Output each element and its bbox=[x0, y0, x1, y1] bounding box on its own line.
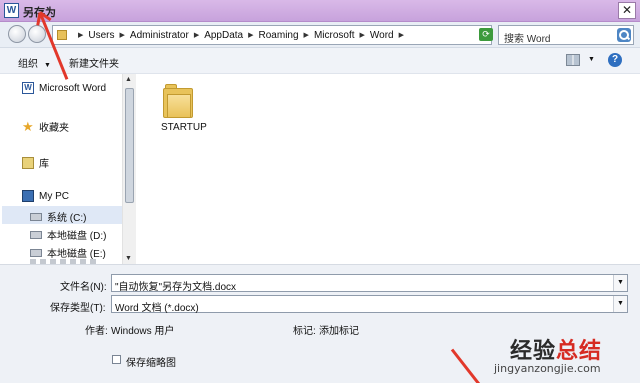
chevron-right-icon[interactable]: ▶ bbox=[360, 31, 365, 39]
title-bar: W 另存为 ✕ bbox=[0, 0, 640, 22]
forward-button[interactable] bbox=[28, 25, 46, 43]
word-icon: W bbox=[22, 82, 34, 94]
search-icon[interactable] bbox=[617, 28, 631, 42]
chevron-down-icon: ▼ bbox=[44, 62, 51, 69]
close-button[interactable]: ✕ bbox=[618, 2, 636, 19]
sidebar-item-label: 本地磁盘 (D:) bbox=[47, 231, 107, 242]
chevron-right-icon: ▶ bbox=[78, 32, 84, 39]
filetype-label: 保存类型(T): bbox=[50, 303, 106, 314]
breadcrumb-item[interactable]: Word bbox=[370, 30, 394, 41]
navigation-pane: W Microsoft Word ★ 收藏夹 库 My PC 系统 (C:) 本… bbox=[0, 74, 122, 265]
new-folder-button[interactable]: 新建文件夹 bbox=[69, 55, 119, 70]
organize-button[interactable]: 组织 ▼ bbox=[18, 55, 51, 70]
author-value[interactable]: Windows 用户 bbox=[111, 322, 174, 337]
sidebar-item-label: My PC bbox=[39, 190, 69, 202]
sidebar-item-drive-d[interactable]: 本地磁盘 (D:) bbox=[30, 227, 106, 242]
chevron-down-icon[interactable]: ▼ bbox=[613, 275, 627, 291]
scroll-up-icon[interactable]: ▲ bbox=[125, 76, 132, 83]
folder-icon[interactable] bbox=[163, 82, 193, 118]
sidebar-item-favorites[interactable]: ★ 收藏夹 bbox=[22, 118, 69, 135]
search-input[interactable]: 搜索 Word bbox=[498, 25, 634, 45]
drive-icon bbox=[30, 230, 42, 239]
chevron-right-icon[interactable]: ▶ bbox=[248, 31, 253, 39]
filename-field[interactable]: "自动恢复"另存为文档.docx ▼ bbox=[111, 274, 628, 293]
toolbar: 组织 ▼ 新建文件夹 ▼ ? bbox=[0, 48, 640, 74]
thumbnail-checkbox[interactable] bbox=[112, 355, 121, 364]
sidebar-item-microsoft-word[interactable]: W Microsoft Word bbox=[22, 82, 106, 94]
author-label: 作者: bbox=[85, 326, 108, 337]
breadcrumb-item[interactable]: Roaming bbox=[259, 30, 299, 41]
folder-name[interactable]: STARTUP bbox=[161, 122, 207, 133]
word-app-icon: W bbox=[4, 3, 19, 18]
sidebar-item-label: 本地磁盘 (E:) bbox=[47, 249, 106, 260]
filename-value: "自动恢复"另存为文档.docx bbox=[115, 282, 237, 293]
breadcrumb-item[interactable]: Users bbox=[88, 30, 114, 41]
sidebar-item-label: 收藏夹 bbox=[39, 123, 69, 134]
breadcrumb: ▶ Users ▶ Administrator ▶ AppData ▶ Roam… bbox=[73, 26, 409, 44]
organize-label: 组织 bbox=[18, 59, 38, 70]
library-icon bbox=[22, 156, 34, 169]
folder-icon bbox=[57, 30, 67, 40]
watermark: 经验总结 bbox=[510, 333, 602, 365]
file-list-pane: STARTUP bbox=[137, 74, 640, 264]
sidebar-scrollbar[interactable]: ▲ ▼ bbox=[122, 74, 136, 264]
watermark-url: jingyanzongjie.com bbox=[494, 362, 601, 375]
chevron-right-icon[interactable]: ▶ bbox=[399, 31, 404, 39]
chevron-down-icon[interactable]: ▼ bbox=[588, 56, 595, 63]
sidebar-item-label: Microsoft Word bbox=[39, 82, 107, 94]
scrollbar-thumb[interactable] bbox=[125, 88, 134, 203]
sidebar-item-label: 系统 (C:) bbox=[47, 213, 87, 224]
breadcrumb-item[interactable]: Microsoft bbox=[314, 30, 355, 41]
sidebar-item-label: 库 bbox=[39, 159, 49, 170]
help-icon[interactable]: ? bbox=[608, 53, 622, 67]
filetype-select[interactable]: Word 文档 (*.docx) ▼ bbox=[111, 295, 628, 314]
breadcrumb-item[interactable]: Administrator bbox=[130, 30, 189, 41]
address-row: ▶ Users ▶ Administrator ▶ AppData ▶ Roam… bbox=[0, 22, 640, 48]
filename-label: 文件名(N): bbox=[60, 282, 107, 293]
thumbnail-label: 保存缩略图 bbox=[126, 358, 176, 369]
drive-icon bbox=[30, 248, 42, 257]
chevron-right-icon[interactable]: ▶ bbox=[194, 31, 199, 39]
address-bar[interactable]: ▶ Users ▶ Administrator ▶ AppData ▶ Roam… bbox=[52, 25, 492, 45]
sidebar-item-drive-e[interactable]: 本地磁盘 (E:) bbox=[30, 245, 106, 260]
tags-label: 标记: bbox=[293, 326, 316, 337]
back-button[interactable] bbox=[8, 25, 26, 43]
watermark-text: 经验 bbox=[510, 339, 557, 364]
chevron-down-icon[interactable]: ▼ bbox=[613, 296, 627, 312]
breadcrumb-item[interactable]: AppData bbox=[204, 30, 243, 41]
views-icon[interactable] bbox=[566, 54, 580, 66]
drive-icon bbox=[30, 212, 42, 221]
search-placeholder: 搜索 Word bbox=[504, 34, 551, 45]
sidebar-item-drive-c[interactable]: 系统 (C:) bbox=[30, 209, 86, 224]
sidebar-item-my-pc[interactable]: My PC bbox=[22, 190, 69, 202]
star-icon: ★ bbox=[22, 118, 34, 134]
filetype-value: Word 文档 (*.docx) bbox=[115, 303, 199, 314]
chevron-right-icon[interactable]: ▶ bbox=[120, 31, 125, 39]
tags-value[interactable]: 添加标记 bbox=[319, 322, 359, 337]
sidebar-item-library[interactable]: 库 bbox=[22, 155, 49, 170]
refresh-icon[interactable]: ⟳ bbox=[479, 28, 493, 41]
watermark-text-red: 总结 bbox=[556, 339, 603, 364]
scroll-down-icon[interactable]: ▼ bbox=[125, 255, 132, 262]
chevron-right-icon[interactable]: ▶ bbox=[304, 31, 309, 39]
pc-icon bbox=[22, 190, 34, 202]
